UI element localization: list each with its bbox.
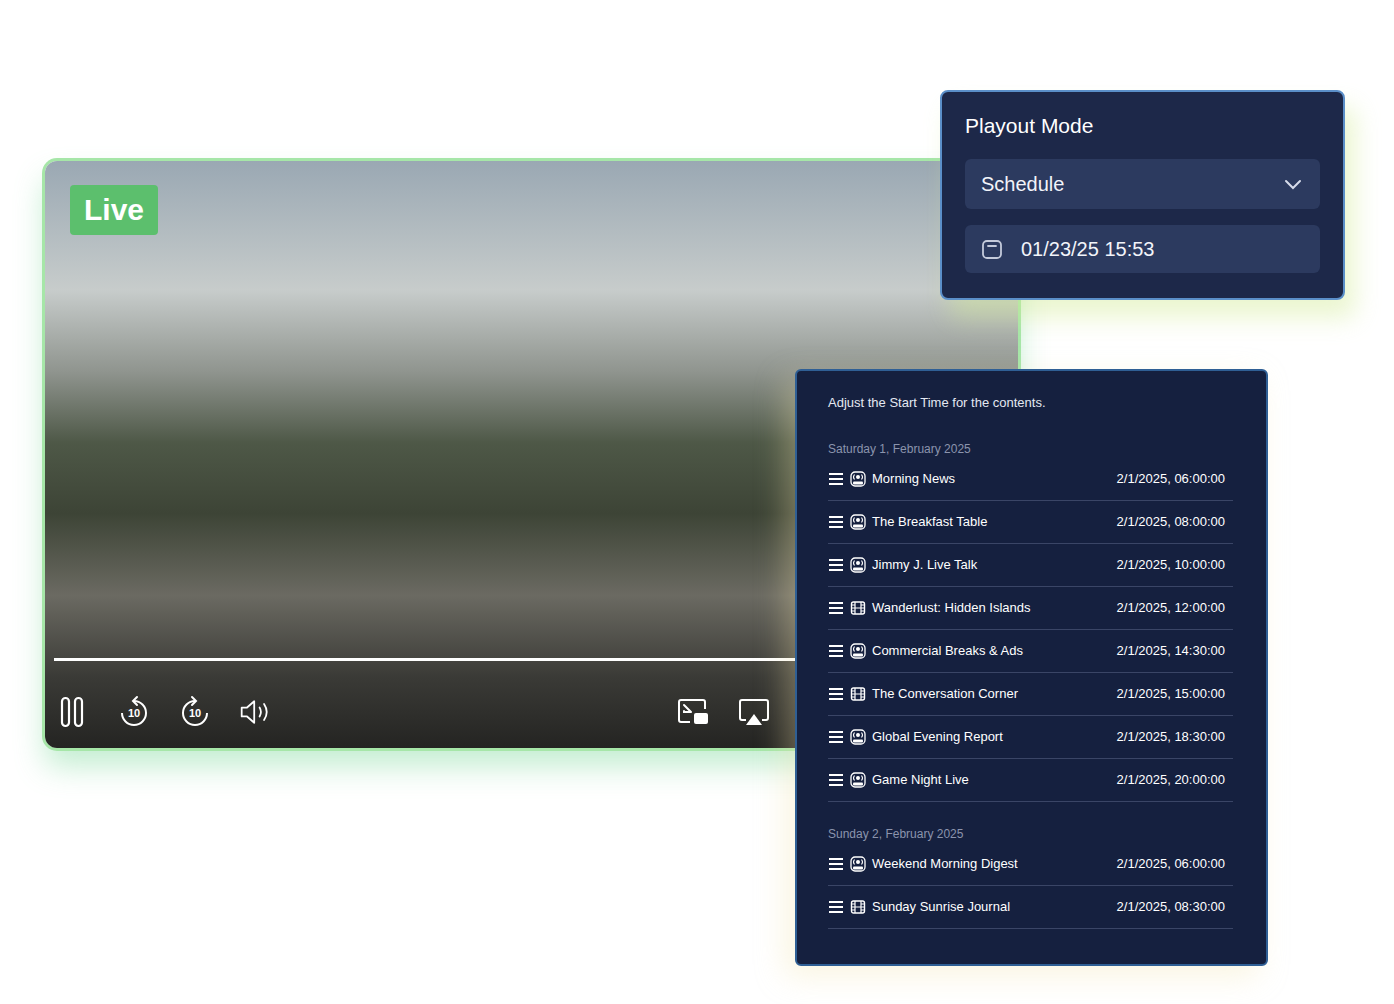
skip-back-label: 10 (117, 705, 151, 721)
mode-select[interactable]: Schedule (965, 159, 1320, 209)
start-time[interactable]: 2/1/2025, 14:30:00 (1117, 642, 1233, 660)
start-time[interactable]: 2/1/2025, 08:30:00 (1117, 898, 1233, 916)
playout-title: Playout Mode (965, 112, 1320, 140)
playout-panel: Playout Mode Schedule 01/23/25 15:53 (940, 90, 1345, 300)
start-time[interactable]: 2/1/2025, 06:00:00 (1117, 470, 1233, 488)
schedule-panel: Adjust the Start Time for the contents. S… (795, 369, 1268, 966)
drag-handle-icon[interactable] (828, 730, 844, 744)
drag-handle-icon[interactable] (828, 687, 844, 701)
live-icon (850, 729, 866, 745)
schedule-row[interactable]: Weekend Morning Digest2/1/2025, 06:00:00 (828, 843, 1233, 886)
drag-handle-icon[interactable] (828, 857, 844, 871)
content-title: Sunday Sunrise Journal (872, 898, 1117, 916)
day-group: Saturday 1, February 2025Morning News2/1… (828, 441, 1233, 802)
start-time[interactable]: 2/1/2025, 20:00:00 (1117, 771, 1233, 789)
day-label: Sunday 2, February 2025 (828, 826, 1233, 842)
chevron-down-icon (1284, 178, 1302, 190)
start-time[interactable]: 2/1/2025, 06:00:00 (1117, 855, 1233, 873)
schedule-row[interactable]: The Breakfast Table2/1/2025, 08:00:00 (828, 501, 1233, 544)
start-time[interactable]: 2/1/2025, 12:00:00 (1117, 599, 1233, 617)
schedule-row[interactable]: Jimmy J. Live Talk2/1/2025, 10:00:00 (828, 544, 1233, 587)
schedule-row[interactable]: Sunday Sunrise Journal2/1/2025, 08:30:00 (828, 886, 1233, 929)
volume-icon (239, 696, 273, 728)
volume-button[interactable] (239, 692, 273, 732)
film-icon (850, 600, 866, 616)
content-title: The Conversation Corner (872, 685, 1117, 703)
drag-handle-icon[interactable] (828, 558, 844, 572)
canvas: Live 10 10 Playout Mode Schedule 01/23/25 15:… (0, 0, 1394, 1004)
schedule-row[interactable]: Global Evening Report2/1/2025, 18:30:00 (828, 716, 1233, 759)
content-title: Jimmy J. Live Talk (872, 556, 1117, 574)
live-badge: Live (70, 185, 158, 235)
content-title: Wanderlust: Hidden Islands (872, 599, 1117, 617)
start-time[interactable]: 2/1/2025, 08:00:00 (1117, 513, 1233, 531)
schedule-row[interactable]: The Conversation Corner2/1/2025, 15:00:0… (828, 673, 1233, 716)
day-label: Saturday 1, February 2025 (828, 441, 1233, 457)
pip-button[interactable] (676, 692, 710, 732)
drag-handle-icon[interactable] (828, 644, 844, 658)
airplay-icon (737, 697, 771, 727)
drag-handle-icon[interactable] (828, 472, 844, 486)
start-time[interactable]: 2/1/2025, 18:30:00 (1117, 728, 1233, 746)
schedule-instruction: Adjust the Start Time for the contents. (828, 394, 1233, 412)
skip-forward-label: 10 (178, 705, 212, 721)
live-icon (850, 643, 866, 659)
live-icon (850, 557, 866, 573)
live-icon (850, 514, 866, 530)
right-controls (676, 692, 771, 732)
live-icon (850, 471, 866, 487)
drag-handle-icon[interactable] (828, 773, 844, 787)
drag-handle-icon[interactable] (828, 515, 844, 529)
content-title: The Breakfast Table (872, 513, 1117, 531)
datetime-field[interactable]: 01/23/25 15:53 (965, 225, 1320, 273)
pause-icon (60, 695, 86, 729)
datetime-value: 01/23/25 15:53 (1021, 236, 1154, 262)
schedule-row[interactable]: Wanderlust: Hidden Islands2/1/2025, 12:0… (828, 587, 1233, 630)
drag-handle-icon[interactable] (828, 601, 844, 615)
content-title: Morning News (872, 470, 1117, 488)
skip-back-button[interactable]: 10 (117, 692, 151, 732)
content-title: Game Night Live (872, 771, 1117, 789)
picture-in-picture-icon (676, 697, 710, 727)
schedule-row[interactable]: Game Night Live2/1/2025, 20:00:00 (828, 759, 1233, 802)
content-title: Weekend Morning Digest (872, 855, 1117, 873)
play-pause-button[interactable] (56, 692, 90, 732)
film-icon (850, 899, 866, 915)
live-icon (850, 856, 866, 872)
skip-forward-button[interactable]: 10 (178, 692, 212, 732)
content-title: Commercial Breaks & Ads (872, 642, 1117, 660)
schedule-row[interactable]: Commercial Breaks & Ads2/1/2025, 14:30:0… (828, 630, 1233, 673)
live-icon (850, 772, 866, 788)
mode-value: Schedule (981, 171, 1064, 197)
start-time[interactable]: 2/1/2025, 15:00:00 (1117, 685, 1233, 703)
airplay-button[interactable] (737, 692, 771, 732)
calendar-icon (981, 238, 1003, 260)
drag-handle-icon[interactable] (828, 900, 844, 914)
start-time[interactable]: 2/1/2025, 10:00:00 (1117, 556, 1233, 574)
film-icon (850, 686, 866, 702)
day-group: Sunday 2, February 2025Weekend Morning D… (828, 826, 1233, 929)
left-controls: 10 10 (56, 692, 273, 732)
schedule-row[interactable]: Morning News2/1/2025, 06:00:00 (828, 458, 1233, 501)
content-title: Global Evening Report (872, 728, 1117, 746)
